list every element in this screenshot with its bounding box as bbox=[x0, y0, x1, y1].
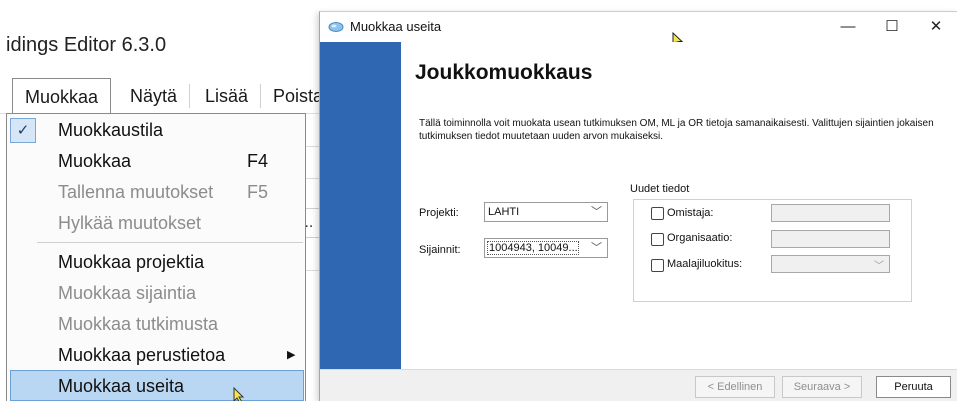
submenu-arrow-icon: ▶ bbox=[287, 349, 296, 361]
menubar-separator bbox=[260, 84, 261, 108]
menu-item-muokkaa-perustietoa[interactable]: Muokkaa perustietoa ▶ bbox=[7, 340, 305, 371]
menu-lisaa[interactable]: Lisää bbox=[205, 78, 248, 114]
menu-item-muokkaa-tutkimusta: Muokkaa tutkimusta bbox=[7, 309, 305, 340]
cancel-button[interactable]: Peruuta bbox=[876, 376, 951, 398]
menu-item-label: Muokkaa sijaintia bbox=[58, 283, 197, 303]
organisation-input[interactable] bbox=[771, 230, 890, 248]
menu-item-muokkaa-projektia[interactable]: Muokkaa projektia bbox=[7, 247, 305, 278]
menu-item-label: Muokkaa bbox=[58, 151, 132, 171]
back-button[interactable]: < Edellinen bbox=[695, 376, 775, 398]
menu-item-tallenna-muutokset: Tallenna muutokset F5 bbox=[7, 177, 305, 208]
menubar-separator bbox=[189, 84, 190, 108]
soil-class-dropdown[interactable]: ﹀ bbox=[771, 255, 890, 273]
organisation-label: Organisaatio: bbox=[667, 232, 733, 244]
group-title: Uudet tiedot bbox=[627, 183, 693, 195]
menu-item-label: Muokkaustila bbox=[58, 120, 164, 140]
soil-class-checkbox[interactable] bbox=[651, 259, 664, 272]
soil-class-label: Maalajiluokitus: bbox=[667, 258, 743, 270]
dialog-title: Muokkaa useita bbox=[350, 19, 442, 34]
app-title: idings Editor 6.3.0 bbox=[6, 34, 167, 56]
menu-item-label: Muokkaa tutkimusta bbox=[58, 314, 219, 334]
app-icon bbox=[328, 22, 344, 32]
menu-item-muokkaa[interactable]: Muokkaa F4 bbox=[7, 146, 305, 177]
dialog-titlebar[interactable]: Muokkaa useita — ☐ ✕ bbox=[320, 12, 957, 42]
owner-checkbox[interactable] bbox=[651, 207, 664, 220]
menubar: Muokkaa Näytä Lisää Poista bbox=[0, 78, 323, 114]
menu-item-label: Muokkaa perustietoa bbox=[58, 345, 226, 365]
bulk-edit-dialog: Muokkaa useita — ☐ ✕ Joukkomuokkaus Täll… bbox=[319, 11, 957, 401]
next-button[interactable]: Seuraava > bbox=[782, 376, 862, 398]
menu-item-label: Muokkaa projektia bbox=[58, 252, 205, 272]
menu-nayta[interactable]: Näytä bbox=[130, 78, 177, 114]
project-value: LAHTI bbox=[488, 206, 520, 218]
close-button[interactable]: ✕ bbox=[914, 12, 957, 42]
dialog-footer: < Edellinen Seuraava > Peruuta bbox=[320, 369, 957, 401]
page-description: Tällä toiminnolla voit muokata usean tut… bbox=[419, 118, 934, 142]
menu-item-muokkaa-sijaintia: Muokkaa sijaintia bbox=[7, 278, 305, 309]
owner-label: Omistaja: bbox=[667, 207, 714, 219]
chevron-down-icon: ﹀ bbox=[874, 261, 884, 272]
project-label: Projekti: bbox=[419, 207, 459, 219]
menu-item-label: Tallenna muutokset bbox=[58, 182, 214, 202]
divider bbox=[304, 178, 320, 179]
menu-separator bbox=[37, 242, 303, 243]
owner-input[interactable] bbox=[771, 204, 890, 222]
menu-item-muokkaustila[interactable]: ✓ Muokkaustila bbox=[7, 115, 305, 146]
mouse-cursor-icon bbox=[233, 387, 245, 401]
check-icon: ✓ bbox=[10, 118, 36, 143]
locations-value: 1004943, 10049... bbox=[487, 241, 579, 255]
menu-item-muokkaa-useita[interactable]: Muokkaa useita bbox=[10, 370, 304, 401]
shortcut-label: F5 bbox=[247, 182, 269, 202]
maximize-button[interactable]: ☐ bbox=[870, 12, 914, 42]
menu-item-label: Hylkää muutokset bbox=[58, 213, 202, 233]
shortcut-label: F4 bbox=[247, 151, 269, 171]
locations-dropdown[interactable]: 1004943, 10049... ﹀ bbox=[484, 238, 608, 258]
menu-poista[interactable]: Poista bbox=[273, 78, 323, 114]
locations-label: Sijainnit: bbox=[419, 244, 461, 256]
menu-item-label: Muokkaa useita bbox=[58, 376, 185, 396]
divider bbox=[304, 270, 320, 271]
page-heading: Joukkomuokkaus bbox=[415, 61, 593, 84]
wizard-side-panel bbox=[320, 42, 401, 369]
chevron-down-icon: ﹀ bbox=[591, 242, 602, 254]
organisation-checkbox[interactable] bbox=[651, 233, 664, 246]
menu-muokkaa[interactable]: Muokkaa bbox=[12, 78, 112, 114]
chevron-down-icon: ﹀ bbox=[591, 206, 602, 218]
minimize-button[interactable]: — bbox=[826, 12, 870, 42]
edit-menu-dropdown: ✓ Muokkaustila Muokkaa F4 Tallenna muuto… bbox=[6, 113, 306, 401]
project-dropdown[interactable]: LAHTI ﹀ bbox=[484, 202, 608, 222]
divider bbox=[304, 146, 320, 147]
menu-item-hylkaa-muutokset: Hylkää muutokset bbox=[7, 208, 305, 239]
